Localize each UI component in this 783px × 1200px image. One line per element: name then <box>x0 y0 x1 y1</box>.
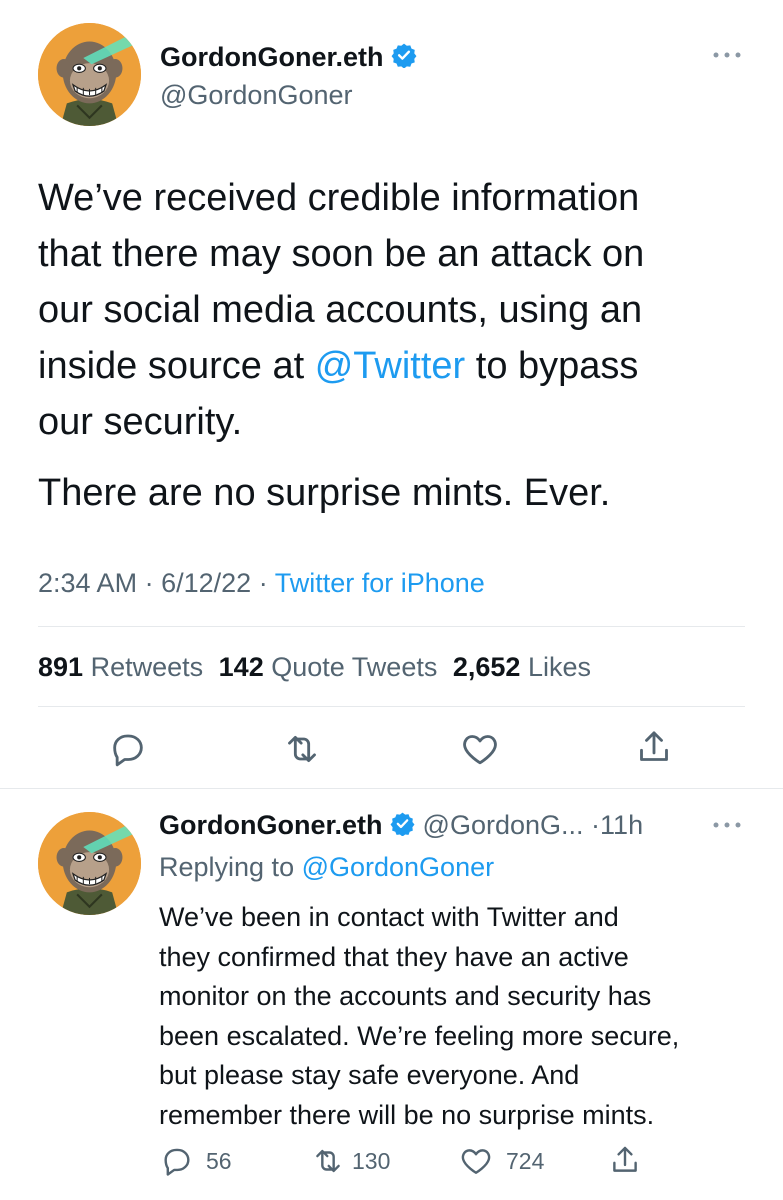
reply-more-options-icon[interactable] <box>710 818 744 837</box>
tweet-time[interactable]: 2:34 AM <box>38 568 137 598</box>
separator-dot: · <box>258 568 268 598</box>
retweets-label: Retweets <box>90 652 204 682</box>
share-icon[interactable] <box>634 726 674 768</box>
divider <box>38 706 745 707</box>
tweet-text-segment: inside source at <box>38 345 315 387</box>
reply-text: We’ve been in contact with Twitter and th… <box>159 898 769 1135</box>
tweet-date[interactable]: 6/12/22 <box>161 568 251 598</box>
reply-reply-button[interactable]: 56 <box>160 1144 232 1178</box>
reply-text-line: monitor on the accounts and security has <box>159 981 652 1011</box>
tweet-text: We’ve received credible information that … <box>38 170 758 450</box>
tweet-text-segment: We’ve received credible information <box>38 177 640 219</box>
tweet-text-closing: There are no surprise mints. Ever. <box>38 472 611 514</box>
verified-badge-icon <box>391 42 417 76</box>
quote-tweets-label: Quote Tweets <box>271 652 438 682</box>
reply-icon[interactable] <box>108 729 148 769</box>
retweets-count: 891 <box>38 652 84 682</box>
reply-text-line: We’ve been in contact with Twitter and <box>159 902 619 932</box>
likes-label: Likes <box>527 652 591 682</box>
replying-to-link[interactable]: @GordonGoner <box>302 852 495 882</box>
author-handle[interactable]: @GordonGoner <box>160 78 353 112</box>
avatar[interactable] <box>38 23 141 126</box>
reply-handle[interactable]: @GordonG... <box>423 810 584 840</box>
retweet-icon <box>310 1144 346 1178</box>
reply-display-name[interactable]: GordonGoner.eth <box>159 810 383 840</box>
replying-to: Replying to @GordonGoner <box>159 850 494 884</box>
reply-like-button[interactable]: 724 <box>458 1144 544 1178</box>
tweet-text-line: inside source at @Twitter to bypass <box>38 338 758 394</box>
verified-badge-icon <box>390 810 415 844</box>
likes-count: 2,652 <box>452 652 521 682</box>
tweet-text-line: our security. <box>38 394 758 450</box>
share-icon[interactable] <box>608 1142 642 1178</box>
likes-stat[interactable]: 2,652 Likes <box>453 652 591 682</box>
author-name[interactable]: GordonGoner.eth <box>160 40 417 76</box>
tweet-text-segment: our social media accounts, using an <box>38 289 643 331</box>
tweet-text-segment: to bypass <box>465 345 639 387</box>
like-icon <box>458 1144 494 1178</box>
reply-text-line: remember there will be no surprise mints… <box>159 1099 655 1130</box>
more-options-icon[interactable] <box>710 48 744 67</box>
separator-dot: · <box>591 810 601 840</box>
replying-to-label: Replying to <box>159 852 302 882</box>
tweet-text-segment: our security. <box>38 401 243 443</box>
retweet-icon[interactable] <box>280 729 324 769</box>
divider <box>38 626 745 627</box>
quote-tweets-stat[interactable]: 142 Quote Tweets <box>219 652 438 682</box>
reply-text-line: been escalated. We’re feeling more secur… <box>159 1020 680 1051</box>
retweets-stat[interactable]: 891 Retweets <box>38 652 203 682</box>
tweet-metadata: 2:34 AM · 6/12/22 · Twitter for iPhone <box>38 566 485 600</box>
tweet-text-line: that there may soon be an attack on <box>38 226 758 282</box>
reply-count: 56 <box>206 1147 232 1174</box>
ape-avatar-image <box>38 23 141 126</box>
tweet-text-line: our social media accounts, using an <box>38 282 758 338</box>
like-icon[interactable] <box>460 729 500 769</box>
retweet-count: 130 <box>352 1147 391 1174</box>
reply-icon <box>160 1144 194 1178</box>
reply-retweet-button[interactable]: 130 <box>310 1144 390 1178</box>
quote-tweets-count: 142 <box>218 652 264 682</box>
reply-header: GordonGoner.eth @GordonG... ·11h <box>159 808 643 844</box>
like-count: 724 <box>506 1147 545 1174</box>
reply-text-line: they confirmed that they have an active <box>159 941 629 972</box>
mention-link[interactable]: @Twitter <box>315 345 465 387</box>
tweet-source-link[interactable]: Twitter for iPhone <box>275 568 485 598</box>
tweet-text-line: We’ve received credible information <box>38 170 758 226</box>
divider <box>0 788 783 789</box>
tweet-text-segment: that there may soon be an attack on <box>38 233 645 275</box>
ape-avatar-image <box>38 812 141 915</box>
engagement-stats: 891 Retweets 142 Quote Tweets 2,652 Like… <box>38 650 591 684</box>
display-name[interactable]: GordonGoner.eth <box>160 42 384 72</box>
reply-text-line: but please stay safe everyone. And <box>159 1060 580 1090</box>
separator-dot: · <box>144 568 154 598</box>
reply-avatar[interactable] <box>38 812 141 915</box>
reply-timestamp[interactable]: 11h <box>600 810 643 840</box>
